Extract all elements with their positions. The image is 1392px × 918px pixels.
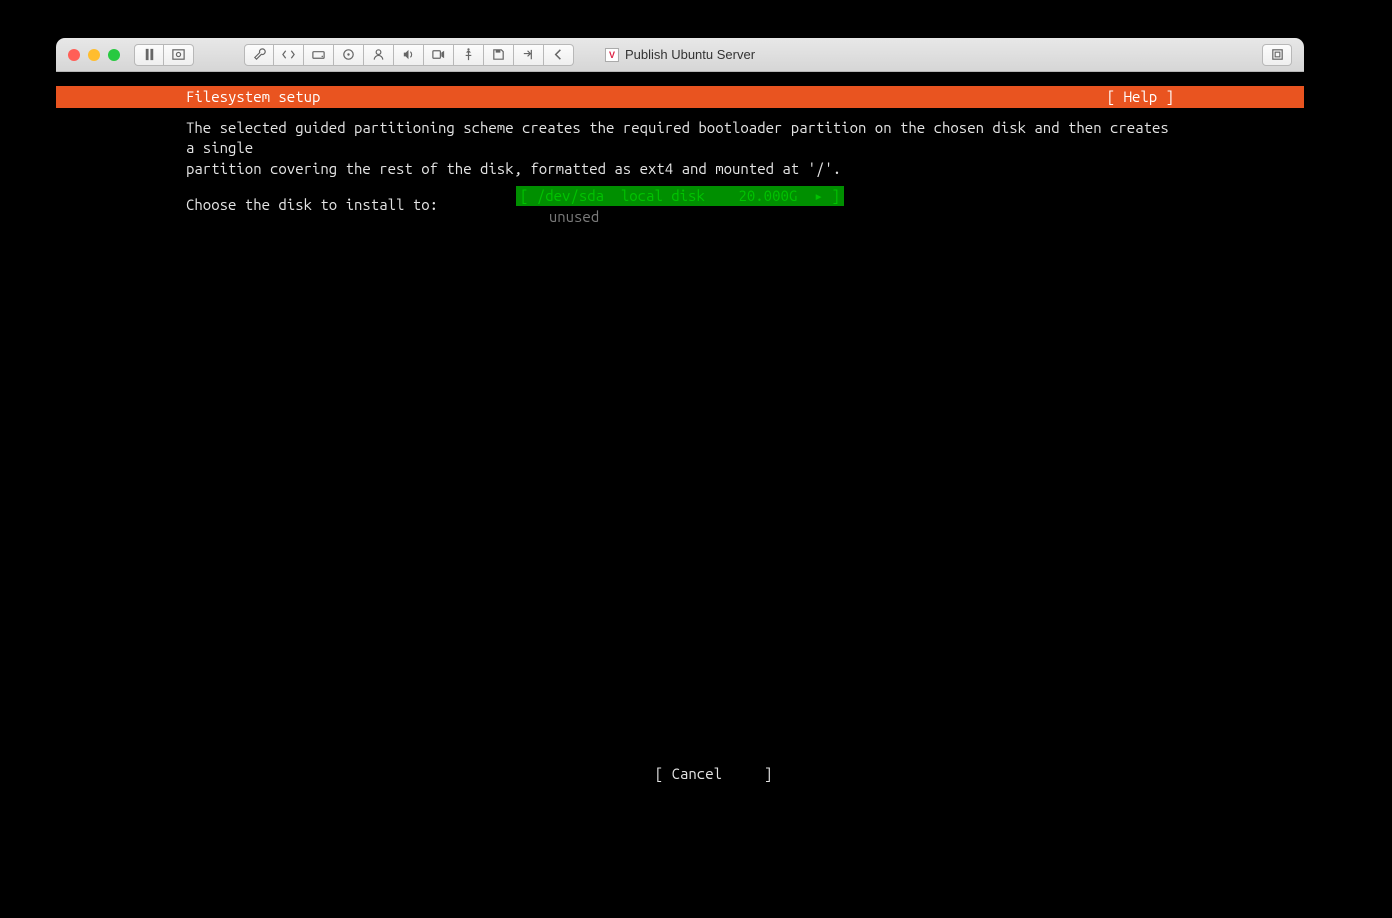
- description-text: The selected guided partitioning scheme …: [186, 118, 1174, 179]
- floppy-button[interactable]: [484, 44, 514, 66]
- settings-button[interactable]: [244, 44, 274, 66]
- installer-header: Filesystem setup [ Help ]: [56, 86, 1304, 108]
- pause-button[interactable]: [134, 44, 164, 66]
- back-button[interactable]: [544, 44, 574, 66]
- share-button[interactable]: [514, 44, 544, 66]
- snapshot-button[interactable]: [164, 44, 194, 66]
- disk-selector: [ /dev/sda local disk 20.000G ▸ ] unused: [56, 186, 1304, 228]
- window-title-text: Publish Ubuntu Server: [625, 47, 755, 62]
- user-button[interactable]: [364, 44, 394, 66]
- installer-screen: Filesystem setup [ Help ] The selected g…: [56, 86, 1304, 822]
- window-title: V Publish Ubuntu Server: [605, 47, 755, 62]
- video-icon: [431, 47, 446, 62]
- cancel-button[interactable]: [ Cancel ]: [655, 765, 773, 782]
- harddisk-button[interactable]: [304, 44, 334, 66]
- share-icon: [521, 47, 536, 62]
- dock-icon: [1270, 47, 1285, 62]
- video-button[interactable]: [424, 44, 454, 66]
- installer-body: The selected guided partitioning scheme …: [56, 108, 1304, 743]
- chevron-left-icon: [551, 47, 566, 62]
- toolbar-group-devices: [244, 44, 574, 66]
- code-icon: [281, 47, 296, 62]
- titlebar: V Publish Ubuntu Server: [56, 38, 1304, 72]
- help-button[interactable]: [ Help ]: [1107, 87, 1174, 107]
- vm-content: Filesystem setup [ Help ] The selected g…: [56, 72, 1304, 822]
- floppy-icon: [491, 47, 506, 62]
- harddisk-icon: [311, 47, 326, 62]
- wrench-icon: [252, 47, 267, 62]
- toolbar-group-right: [1262, 44, 1292, 66]
- speaker-icon: [401, 47, 416, 62]
- usb-icon: [461, 47, 476, 62]
- audio-button[interactable]: [394, 44, 424, 66]
- installer-title: Filesystem setup: [186, 87, 320, 107]
- minimize-button[interactable]: [88, 49, 100, 61]
- toolbar-group-pause: [134, 44, 194, 66]
- disk-option[interactable]: [ /dev/sda local disk 20.000G ▸ ]: [516, 186, 844, 206]
- disk-status: unused: [532, 207, 828, 227]
- traffic-lights: [68, 49, 120, 61]
- zoom-button[interactable]: [108, 49, 120, 61]
- vm-window: V Publish Ubuntu Server Filesystem setup…: [56, 38, 1304, 822]
- pause-icon: [142, 47, 157, 62]
- chevron-right-icon: ▸: [814, 187, 823, 204]
- black-gap: [56, 72, 1304, 86]
- installer-footer: [ Cancel ]: [56, 743, 1304, 822]
- user-icon: [371, 47, 386, 62]
- dock-button[interactable]: [1262, 44, 1292, 66]
- usb-button[interactable]: [454, 44, 484, 66]
- close-button[interactable]: [68, 49, 80, 61]
- virtualbox-icon: V: [605, 48, 619, 62]
- optical-button[interactable]: [334, 44, 364, 66]
- snapshot-icon: [171, 47, 186, 62]
- code-button[interactable]: [274, 44, 304, 66]
- disc-icon: [341, 47, 356, 62]
